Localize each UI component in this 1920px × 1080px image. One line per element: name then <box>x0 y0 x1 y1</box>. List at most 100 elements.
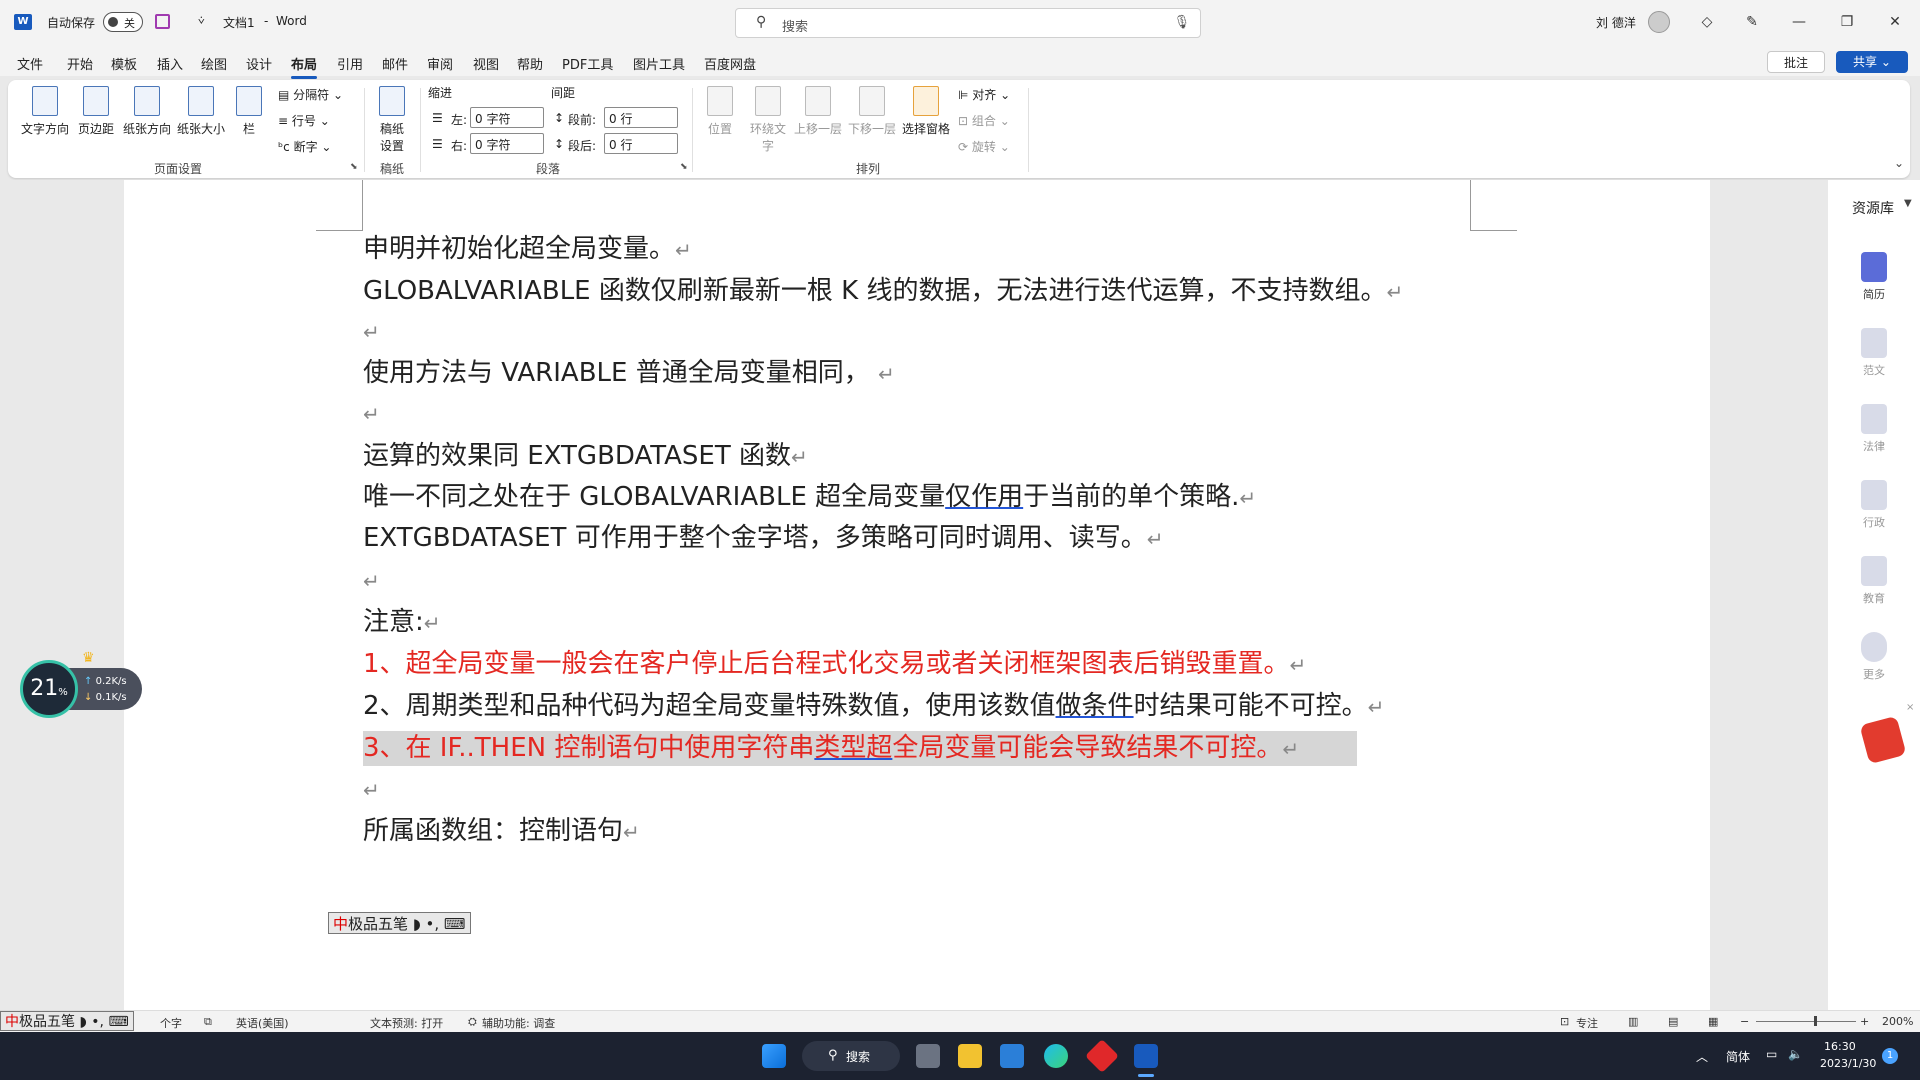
search-input[interactable]: 搜索 <box>782 16 808 35</box>
clock-date[interactable]: 2023/1/30 <box>1820 1057 1876 1070</box>
hyphenation-button[interactable]: ᵇc 断字 ⌄ <box>278 138 331 155</box>
grammar-underline[interactable]: 类型超 <box>814 733 892 763</box>
network-icon[interactable]: ▭ <box>1766 1047 1777 1061</box>
tab-draw[interactable]: 绘图 <box>201 54 227 73</box>
task-view-icon[interactable] <box>916 1044 940 1068</box>
wrap-text-button[interactable]: 环绕文 字 <box>746 86 790 154</box>
indent-right-input[interactable]: 0 字符 <box>470 133 544 154</box>
tab-insert[interactable]: 插入 <box>157 54 183 73</box>
doc-line-4[interactable]: 使用方法与 VARIABLE 普通全局变量相同， ↵ <box>363 356 895 391</box>
paragraph-launcher-icon[interactable]: ⬊ <box>680 162 688 172</box>
share-button[interactable]: 共享 ⌄ <box>1836 51 1908 73</box>
rotate-button[interactable]: ⟳ 旋转 ⌄ <box>958 138 1010 155</box>
position-button[interactable]: 位置 <box>702 86 738 137</box>
tab-baidu-netdisk[interactable]: 百度网盘 <box>704 54 756 73</box>
doc-line-6[interactable]: 运算的效果同 EXTGBDATASET 函数↵ <box>363 439 808 474</box>
spacing-after-input[interactable]: 0 行 <box>604 133 678 154</box>
ime-status-toolbar[interactable]: 中极品五笔 ◗ •, ⌨ <box>0 1011 134 1031</box>
doc-line-7[interactable]: 唯一不同之处在于 GLOBALVARIABLE 超全局变量仅作用于当前的单个策略… <box>363 480 1256 515</box>
columns-button[interactable]: 栏 <box>236 86 262 137</box>
ime-moon-icon[interactable]: ◗ <box>413 915 421 933</box>
ime-punct-icon[interactable]: •, <box>91 1014 104 1030</box>
pen-icon[interactable]: ✎ <box>1740 10 1764 34</box>
proofing-icon[interactable]: ⧉ <box>204 1015 212 1029</box>
web-layout-icon[interactable]: ▦ <box>1708 1015 1718 1028</box>
breaks-button[interactable]: ▤ 分隔符 ⌄ <box>278 86 343 103</box>
grammar-underline[interactable]: 做条件 <box>1056 691 1134 721</box>
read-mode-icon[interactable]: ▥ <box>1628 1015 1638 1028</box>
autosave-toggle[interactable]: 关 <box>103 12 143 32</box>
ime-floating-toolbar[interactable]: 中极品五笔 ◗ •, ⌨ <box>328 912 471 934</box>
windows-start-icon[interactable] <box>762 1044 786 1068</box>
zoom-slider-thumb[interactable] <box>1814 1016 1817 1026</box>
doc-line-empty[interactable]: ↵ <box>363 396 380 431</box>
resource-item-law[interactable]: 法律 <box>1854 404 1894 454</box>
resource-pane-dropdown-icon[interactable]: ▼ <box>1904 198 1912 209</box>
line-numbers-button[interactable]: ≡ 行号 ⌄ <box>278 112 330 129</box>
tab-file[interactable]: 文件 <box>17 54 43 73</box>
tab-review[interactable]: 审阅 <box>427 54 453 73</box>
bring-forward-button[interactable]: 上移一层 <box>792 86 844 137</box>
taskbar-search[interactable]: ⚲ 搜索 <box>802 1041 900 1071</box>
ime-moon-icon[interactable]: ◗ <box>79 1014 86 1030</box>
comment-button[interactable]: 批注 <box>1767 51 1825 73</box>
resource-item-resume[interactable]: 简历 <box>1854 252 1894 302</box>
orientation-button[interactable]: 纸张方向 <box>122 86 172 137</box>
avatar[interactable] <box>1648 11 1670 33</box>
tab-design[interactable]: 设计 <box>246 54 272 73</box>
doc-line-11[interactable]: 1、超全局变量一般会在客户停止后台程式化交易或者关闭框架图表后销毁重置。↵ <box>363 647 1306 682</box>
ime-mode[interactable]: 简体 <box>1726 1048 1750 1065</box>
zoom-level[interactable]: 200% <box>1882 1015 1913 1028</box>
tab-references[interactable]: 引用 <box>337 54 363 73</box>
indent-left-input[interactable]: 0 字符 <box>470 107 544 128</box>
close-icon[interactable]: ✕ <box>1883 10 1907 34</box>
tab-picture-tools[interactable]: 图片工具 <box>633 54 685 73</box>
doc-line-12[interactable]: 2、周期类型和品种代码为超全局变量特殊数值，使用该数值做条件时结果可能不可控。↵ <box>363 689 1384 724</box>
doc-line-13-selected[interactable]: 3、在 IF..THEN 控制语句中使用字符串类型超全局变量可能会导致结果不可控… <box>363 731 1357 766</box>
page-setup-launcher-icon[interactable]: ⬊ <box>350 162 358 172</box>
grammar-underline[interactable]: 仅作用 <box>945 482 1023 512</box>
tab-mailings[interactable]: 邮件 <box>382 54 408 73</box>
volume-icon[interactable]: 🔈 <box>1788 1047 1803 1061</box>
selection-pane-button[interactable]: 选择窗格 <box>900 86 952 137</box>
tab-home[interactable]: 开始 <box>67 54 93 73</box>
align-button[interactable]: ⊫ 对齐 ⌄ <box>958 86 1010 103</box>
doc-line-empty[interactable]: ↵ <box>363 314 380 349</box>
send-backward-button[interactable]: 下移一层 <box>846 86 898 137</box>
spacing-before-input[interactable]: 0 行 <box>604 107 678 128</box>
text-prediction[interactable]: 文本预测: 打开 <box>370 1015 443 1031</box>
collapse-ribbon-icon[interactable]: ⌄ <box>1894 156 1904 170</box>
red-app-icon[interactable] <box>1085 1039 1119 1073</box>
diamond-icon[interactable]: ◇ <box>1695 10 1719 34</box>
doc-line-15[interactable]: 所属函数组：控制语句↵ <box>363 814 640 849</box>
restore-icon[interactable]: ❐ <box>1835 10 1859 34</box>
save-icon[interactable] <box>155 14 170 29</box>
red-envelope-icon[interactable] <box>1859 715 1907 765</box>
file-explorer-icon[interactable] <box>958 1044 982 1068</box>
resource-item-education[interactable]: 教育 <box>1854 556 1894 606</box>
minimize-icon[interactable]: — <box>1787 10 1811 34</box>
network-speed-widget[interactable]: 21% ↑ 0.2K/s ↓ 0.1K/s ♛ <box>20 650 142 718</box>
zoom-out-icon[interactable]: − <box>1740 1015 1749 1028</box>
user-name[interactable]: 刘 德洋 <box>1596 14 1636 31</box>
resource-item-sample[interactable]: 范文 <box>1854 328 1894 378</box>
accessibility-status[interactable]: 辅助功能: 调查 <box>482 1015 555 1031</box>
quick-access-dropdown-icon[interactable]: ⩒ <box>198 14 205 28</box>
language[interactable]: 英语(美国) <box>236 1015 289 1031</box>
edge-browser-icon[interactable] <box>1044 1044 1068 1068</box>
resource-item-admin[interactable]: 行政 <box>1854 480 1894 530</box>
zoom-in-icon[interactable]: + <box>1860 1015 1869 1028</box>
ime-keyboard-icon[interactable]: ⌨ <box>444 915 466 933</box>
doc-line-2[interactable]: GLOBALVARIABLE 函数仅刷新最新一根 K 线的数据，无法进行迭代运算… <box>363 274 1403 309</box>
group-button[interactable]: ⊡ 组合 ⌄ <box>958 112 1010 129</box>
doc-line-empty[interactable]: ↵ <box>363 563 380 598</box>
clock-time[interactable]: 16:30 <box>1824 1040 1856 1053</box>
tab-layout[interactable]: 布局 <box>291 54 318 79</box>
word-taskbar-icon[interactable] <box>1134 1044 1158 1068</box>
microphone-icon[interactable]: 🎙 <box>1173 15 1190 30</box>
manuscript-setup-button[interactable]: 稿纸 设置 <box>374 86 410 154</box>
resource-item-more[interactable]: 更多 <box>1854 632 1894 682</box>
word-count[interactable]: 个字 <box>160 1015 182 1031</box>
print-layout-icon[interactable]: ▤ <box>1668 1015 1678 1028</box>
ime-punct-icon[interactable]: •, <box>426 915 440 933</box>
